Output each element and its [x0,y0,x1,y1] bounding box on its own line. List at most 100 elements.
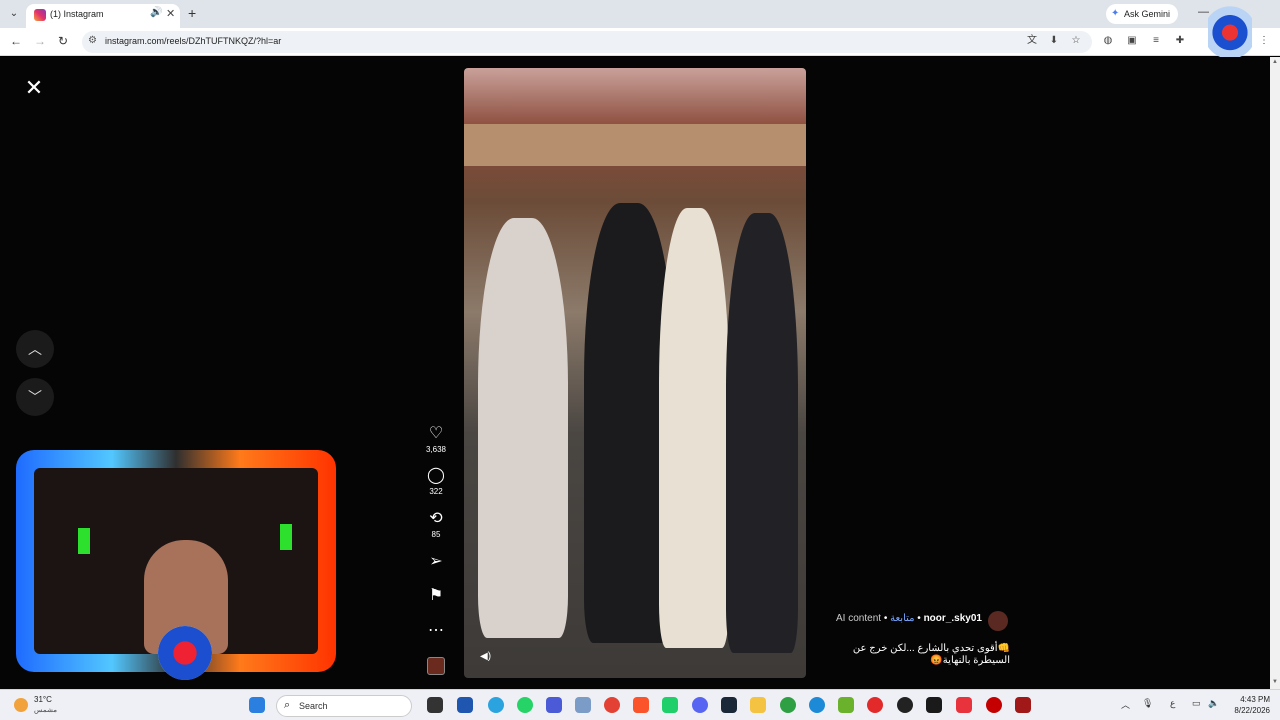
url-field[interactable]: ⚙ instagram.com/reels/DZhTUFTNKQZ/?hl=ar [82,31,1092,53]
ask-gemini-button[interactable]: Ask Gemini [1106,4,1179,24]
app-icon[interactable] [956,697,972,713]
follow-button[interactable]: متابعة [890,613,914,624]
whatsapp-icon[interactable] [517,697,533,713]
taskbar-search[interactable]: ⌕ Search [276,695,412,717]
app-icon[interactable] [926,697,942,713]
kick-logo-icon [280,524,292,550]
back-button[interactable]: ← [10,34,22,48]
more-icon[interactable]: ⋯ [420,622,452,640]
app-icon[interactable] [662,697,678,713]
audio-thumbnail[interactable] [427,657,445,675]
edge-icon[interactable] [809,697,825,713]
webcam-overlay [8,430,344,686]
tab-audio-icon[interactable]: 🔊 [150,7,162,18]
search-icon: ⌕ [284,699,291,711]
like-action[interactable]: ♡ 3,638 [420,425,452,454]
microphone-icon[interactable]: 🎙 [1142,698,1153,709]
author-avatar[interactable] [988,611,1008,631]
extension-icon[interactable]: ▣ [1126,35,1138,47]
author-line: AI content • متابعة • noor_.sky01 [836,613,1012,629]
repost-action[interactable]: ⟲ 85 [420,510,452,539]
translate-icon[interactable]: 文 [1026,35,1038,47]
clock-date: 8/22/2026 [1234,706,1270,715]
reload-button[interactable]: ↻ [58,34,68,48]
search-label: Search [299,701,328,711]
menu-kebab-icon[interactable]: ⋮ [1258,35,1270,47]
page-scrollbar[interactable]: ▲ ▼ [1270,57,1280,689]
username-link[interactable]: noor_.sky01 [924,613,982,624]
kick-logo-icon [78,528,90,554]
comment-action[interactable]: ◯ 322 [420,467,452,496]
new-tab-button[interactable]: + [188,5,196,21]
caption-line: السيطرة بالنهاية😡 [930,655,1010,666]
input-language[interactable]: ع [1170,698,1175,709]
discord-icon[interactable] [692,697,708,713]
scroll-down-arrow-icon[interactable]: ▼ [1272,679,1278,685]
xbox-icon[interactable] [780,697,796,713]
telegram-icon[interactable] [488,697,504,713]
file-explorer-icon[interactable] [750,697,766,713]
reel-video[interactable] [464,68,806,678]
comment-count: 322 [429,487,443,496]
send-icon[interactable]: ➢ [420,553,452,571]
forward-button[interactable]: → [34,34,46,48]
app-icon[interactable] [1015,697,1031,713]
webcam-feed [34,468,318,654]
more-action[interactable]: ⋯ [420,622,452,640]
clock-time: 4:43 PM [1240,695,1270,704]
bookmark-icon[interactable]: ⚑ [420,587,452,605]
close-icon[interactable]: ✕ [22,76,46,100]
bookmark-star-icon[interactable]: ☆ [1070,35,1082,47]
photos-icon[interactable] [575,697,591,713]
chevron-down-icon[interactable]: ﹀ [16,378,54,416]
task-view-icon[interactable] [427,697,443,713]
site-info-icon[interactable]: ⚙ [88,35,97,46]
heart-icon[interactable]: ♡ [420,425,452,443]
volume-icon[interactable]: 🔈 [1208,698,1219,709]
tab-close-icon[interactable]: ✕ [166,7,175,20]
separator-dot: • [883,613,888,624]
video-person [726,213,798,653]
weather-condition: مشمس [34,707,57,714]
tab-search-dropdown[interactable]: ⌄ [6,6,22,22]
chrome-icon[interactable] [604,697,620,713]
weather-temperature[interactable]: 31°C [34,695,52,704]
video-person [478,218,568,638]
steam-icon[interactable] [721,697,737,713]
speaker-icon[interactable]: ◀) [480,651,491,662]
app-icon[interactable] [897,697,913,713]
system-clock[interactable]: 4:43 PM 8/22/2026 [1226,694,1270,716]
tab-strip: ⌄ (1) Instagram 🔊 ✕ + Ask Gemini — [0,0,1280,28]
comment-icon[interactable]: ◯ [420,467,452,485]
instagram-favicon-icon [34,9,46,21]
repost-count: 85 [431,530,441,539]
url-text: instagram.com/reels/DZhTUFTNKQZ/?hl=ar [105,36,282,46]
share-action[interactable]: ➢ [420,553,452,571]
app-icon[interactable] [986,697,1002,713]
separator-dot: • [917,613,921,624]
start-button-icon[interactable] [249,697,265,713]
tab-title: (1) Instagram [50,9,104,19]
extension-stripes-icon[interactable]: ≡ [1150,35,1162,47]
app-icon[interactable] [457,697,473,713]
taskbar: 31°C مشمس ⌕ Search ︿ 🎙 ع ▭ 🔈 4:43 PM 8/2… [0,689,1280,720]
address-bar-row: ← → ↻ ⚙ instagram.com/reels/DZhTUFTNKQZ/… [0,28,1280,56]
reel-caption: 👊أقوى تحدي بالشارع ...لكن خرج عن السيطرة… [830,643,1010,667]
chevron-up-icon[interactable]: ︿ [16,330,54,368]
weather-icon[interactable] [14,698,28,712]
extensions-puzzle-icon[interactable]: ✚ [1174,35,1186,47]
tab-instagram[interactable]: (1) Instagram 🔊 ✕ [26,4,180,28]
extension-globe-icon[interactable]: ◍ [1102,35,1114,47]
brave-icon[interactable] [633,697,649,713]
video-person [659,208,729,648]
install-app-icon[interactable]: ⬇ [1048,35,1060,47]
app-icon[interactable] [867,697,883,713]
save-action[interactable]: ⚑ [420,587,452,605]
repost-icon[interactable]: ⟲ [420,510,452,528]
app-icon[interactable] [546,697,562,713]
scroll-up-arrow-icon[interactable]: ▲ [1272,59,1278,65]
tray-overflow-icon[interactable]: ︿ [1121,698,1130,711]
nvidia-icon[interactable] [838,697,854,713]
video-shop-sign [464,124,806,166]
network-icon[interactable]: ▭ [1192,698,1201,709]
